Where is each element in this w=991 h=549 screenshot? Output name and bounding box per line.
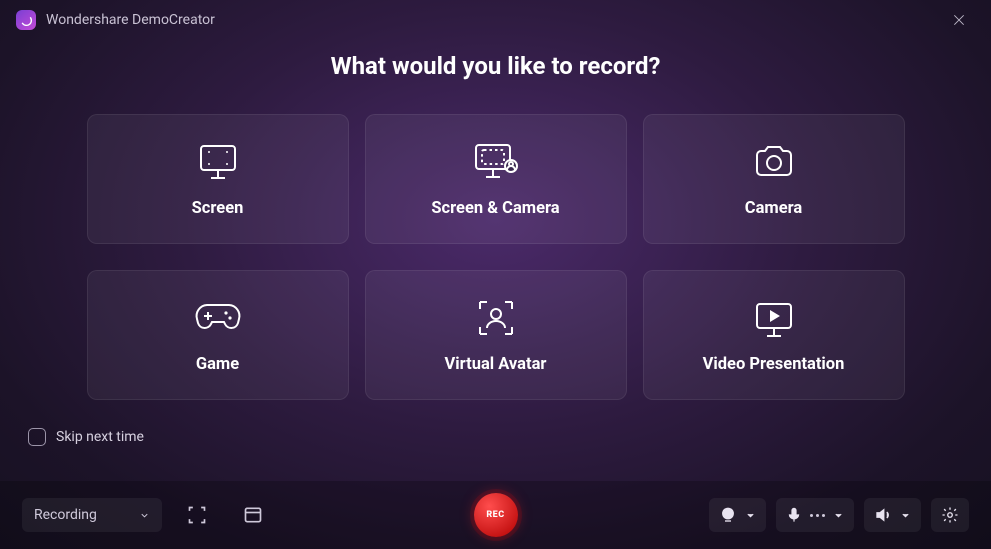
bottom-toolbar: Recording REC bbox=[0, 481, 991, 549]
avatar-icon bbox=[474, 297, 518, 339]
presentation-icon bbox=[751, 297, 797, 339]
card-label: Virtual Avatar bbox=[445, 355, 547, 374]
card-label: Video Presentation bbox=[703, 355, 845, 374]
card-virtual-avatar[interactable]: Virtual Avatar bbox=[365, 270, 627, 400]
mode-dropdown-label: Recording bbox=[34, 507, 97, 523]
card-screen-camera[interactable]: Screen & Camera bbox=[365, 114, 627, 244]
skip-next-time-row[interactable]: Skip next time bbox=[0, 428, 991, 446]
card-label: Camera bbox=[745, 199, 802, 218]
speaker-toggle[interactable] bbox=[864, 498, 921, 532]
chevron-down-icon bbox=[745, 510, 756, 521]
card-screen[interactable]: Screen bbox=[87, 114, 349, 244]
record-button[interactable]: REC bbox=[474, 493, 518, 537]
capture-area-button[interactable] bbox=[176, 498, 218, 532]
app-logo-icon bbox=[16, 10, 36, 30]
webcam-toggle[interactable] bbox=[709, 498, 766, 532]
chevron-down-icon bbox=[900, 510, 911, 521]
camera-icon bbox=[751, 141, 797, 183]
microphone-toggle[interactable] bbox=[776, 498, 854, 532]
card-video-presentation[interactable]: Video Presentation bbox=[643, 270, 905, 400]
settings-button[interactable] bbox=[931, 498, 969, 532]
record-mode-grid: Screen Screen & Camera Camera bbox=[0, 114, 991, 400]
page-heading: What would you like to record? bbox=[0, 52, 991, 80]
window-select-button[interactable] bbox=[232, 498, 274, 532]
app-title: Wondershare DemoCreator bbox=[46, 12, 215, 28]
gamepad-icon bbox=[193, 297, 243, 339]
level-indicator-icon bbox=[810, 514, 825, 517]
screen-camera-icon bbox=[470, 141, 522, 183]
screen-icon bbox=[195, 141, 241, 183]
chevron-down-icon bbox=[139, 510, 150, 521]
record-button-label: REC bbox=[486, 510, 504, 520]
mode-dropdown[interactable]: Recording bbox=[22, 498, 162, 532]
card-game[interactable]: Game bbox=[87, 270, 349, 400]
chevron-down-icon bbox=[833, 510, 844, 521]
card-camera[interactable]: Camera bbox=[643, 114, 905, 244]
card-label: Screen bbox=[192, 199, 244, 218]
skip-label: Skip next time bbox=[56, 429, 144, 445]
card-label: Game bbox=[196, 355, 239, 374]
titlebar: Wondershare DemoCreator bbox=[0, 0, 991, 40]
card-label: Screen & Camera bbox=[431, 199, 559, 218]
skip-checkbox[interactable] bbox=[28, 428, 46, 446]
close-button[interactable] bbox=[943, 4, 975, 36]
